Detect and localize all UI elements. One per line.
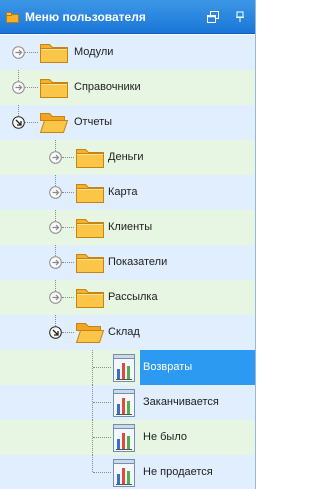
user-menu-panel: Меню пользователя Модули Справочники Отчет… [0,0,256,489]
folder-closed-icon [75,180,105,204]
folder-open-icon [39,110,69,134]
tree-item-label: Модули [74,46,114,58]
tree-item-9[interactable]: Склад [0,315,255,350]
tree-item-10[interactable]: Возвраты [0,350,255,385]
expand-icon[interactable] [49,291,62,304]
menu-tree: Модули Справочники Отчеты Деньги Карта Клиент… [0,35,255,489]
report-icon [112,353,137,383]
tree-item-label: Клиенты [108,221,153,233]
folder-closed-icon [39,40,69,64]
expand-icon[interactable] [12,46,25,59]
tree-item-label: Заканчивается [143,396,219,408]
tree-item-label: Не было [143,431,187,443]
expand-icon[interactable] [49,256,62,269]
tree-item-label: Деньги [108,151,144,163]
folder-closed-icon [75,215,105,239]
tree-item-label: Возвраты [140,350,255,385]
tree-item-13[interactable]: Не продается [0,455,255,489]
tree-item-label: Карта [108,186,138,198]
tree-item-1[interactable]: Модули [0,35,255,70]
tree-item-label: Рассылка [108,291,158,303]
folder-closed-icon [75,145,105,169]
folder-closed-icon [75,250,105,274]
tree-item-6[interactable]: Клиенты [0,210,255,245]
report-icon [112,423,137,453]
tree-item-3[interactable]: Отчеты [0,105,255,140]
float-window-icon[interactable] [206,10,220,24]
panel-title: Меню пользователя [25,10,146,24]
expand-icon[interactable] [49,151,62,164]
tree-item-12[interactable]: Не было [0,420,255,455]
expand-icon[interactable] [12,81,25,94]
tree-item-5[interactable]: Карта [0,175,255,210]
tree-item-11[interactable]: Заканчивается [0,385,255,420]
tree-item-label: Отчеты [74,116,113,128]
collapse-icon[interactable] [12,116,25,129]
report-icon [112,458,137,488]
tree-item-2[interactable]: Справочники [0,70,255,105]
folder-icon [6,12,19,23]
expand-icon[interactable] [49,186,62,199]
tree-item-7[interactable]: Показатели [0,245,255,280]
folder-closed-icon [39,75,69,99]
tree-item-label: Склад [108,326,140,338]
pin-icon[interactable] [233,10,247,24]
expand-icon[interactable] [49,221,62,234]
panel-titlebar: Меню пользователя [0,0,255,34]
report-icon [112,388,137,418]
tree-item-label: Показатели [108,256,168,268]
collapse-icon[interactable] [49,326,62,339]
tree-item-label: Справочники [74,81,141,93]
folder-open-icon [75,320,105,344]
tree-item-label: Не продается [143,466,213,478]
tree-item-8[interactable]: Рассылка [0,280,255,315]
folder-closed-icon [75,285,105,309]
tree-item-4[interactable]: Деньги [0,140,255,175]
